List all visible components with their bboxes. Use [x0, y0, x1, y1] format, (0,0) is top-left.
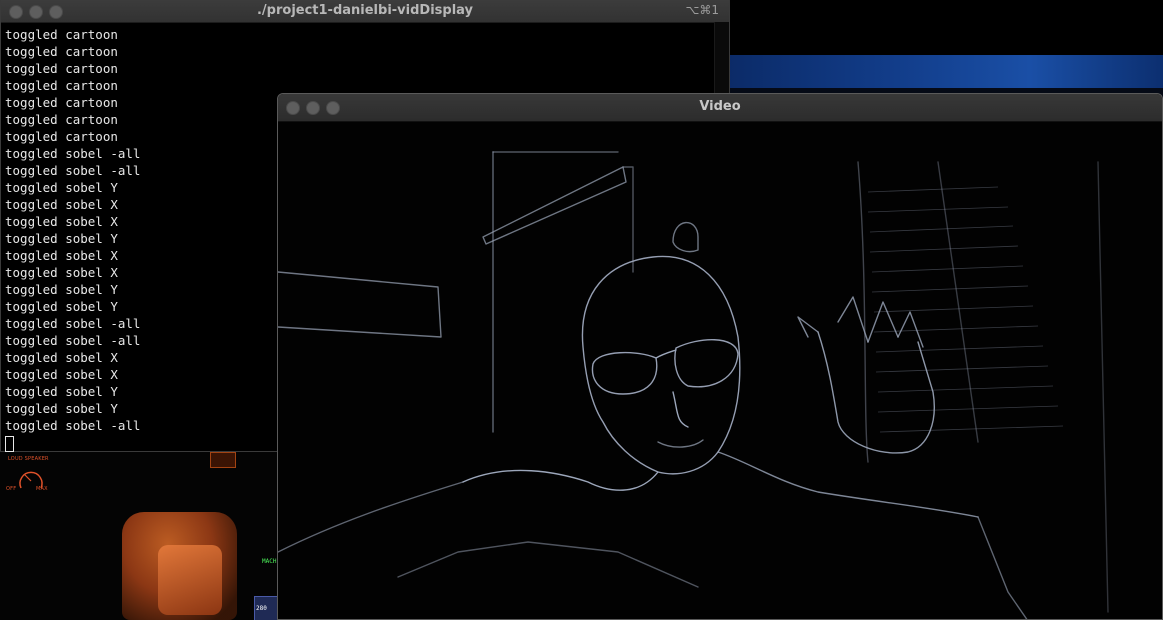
- terminal-title: ./project1-danielbi-vidDisplay: [256, 3, 474, 18]
- sobel-edge-image: [278, 151, 1109, 619]
- terminal-shortcut: ⌥⌘1: [685, 3, 719, 17]
- speaker-max-label: MAX: [36, 486, 48, 492]
- throttle-knob-face: [158, 545, 222, 615]
- speed-value: 280: [256, 605, 267, 612]
- video-frame: [278, 122, 1162, 619]
- terminal-line: toggled cartoon: [5, 61, 118, 76]
- video-titlebar[interactable]: Video: [278, 94, 1162, 122]
- cockpit-switch: [210, 452, 236, 468]
- terminal-titlebar[interactable]: ./project1-danielbi-vidDisplay ⌥⌘1: [1, 0, 729, 23]
- terminal-line: toggled cartoon: [5, 27, 118, 42]
- video-window[interactable]: Video: [277, 93, 1163, 620]
- video-title: Video: [699, 99, 741, 114]
- cursor-icon: [5, 436, 14, 452]
- speaker-label: LOUD SPEAKER: [8, 456, 49, 462]
- terminal-line: toggled cartoon: [5, 78, 118, 93]
- mach-label: MACH: [262, 558, 277, 565]
- terminal-line: toggled cartoon: [5, 44, 118, 59]
- speaker-off-label: OFF: [6, 486, 17, 492]
